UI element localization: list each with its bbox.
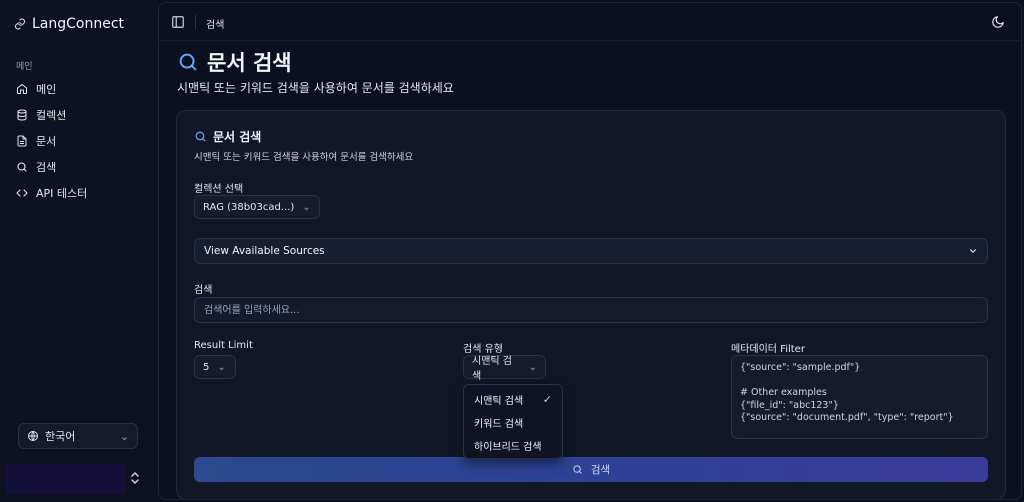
- brand-name: LangConnect: [32, 16, 125, 32]
- option-hybrid-search[interactable]: 하이브리드 검색: [467, 434, 559, 457]
- search-input[interactable]: [194, 297, 988, 323]
- language-select[interactable]: 한국어 ⌄: [18, 423, 138, 449]
- option-keyword-search[interactable]: 키워드 검색: [467, 411, 559, 434]
- sidebar-item-label: 검색: [36, 161, 57, 174]
- search-icon: [17, 162, 27, 172]
- collection-label: 컬렉션 선택: [194, 184, 244, 195]
- main-panel: 검색 문서 검색 시맨틱 또는 키워드 검색을 사용하여 문서를 검색하세요 문…: [158, 2, 1022, 500]
- divider: [195, 15, 196, 29]
- language-value: 한국어: [45, 430, 76, 443]
- search-submit-label: 검색: [590, 464, 611, 476]
- nav-group-label: 메인: [16, 62, 33, 72]
- sidebar-item-search[interactable]: 검색: [8, 154, 150, 180]
- search-type-value: 시맨틱 검색: [472, 356, 512, 382]
- search-type-dropdown: 시맨틱 검색 ✓ 키워드 검색 하이브리드 검색: [463, 384, 563, 459]
- sidebar-item-home[interactable]: 메인: [8, 76, 150, 102]
- option-label: 시맨틱 검색: [474, 396, 524, 407]
- accordion-label: View Available Sources: [204, 245, 325, 257]
- search-icon: [195, 131, 206, 142]
- sidebar-item-collections[interactable]: 컬렉션: [8, 102, 150, 128]
- option-semantic-search[interactable]: 시맨틱 검색 ✓: [467, 388, 559, 411]
- code-icon: [16, 189, 28, 197]
- search-icon: [179, 53, 197, 71]
- search-card: 문서 검색 시맨틱 또는 키워드 검색을 사용하여 문서를 검색하세요 컬렉션 …: [176, 110, 1006, 499]
- metadata-filter-textarea[interactable]: {"source": "sample.pdf"} # Other example…: [731, 355, 988, 439]
- page-title-text: 문서 검색: [207, 51, 292, 75]
- check-icon: ✓: [542, 393, 552, 406]
- database-icon: [17, 109, 27, 121]
- card-title-text: 문서 검색: [213, 130, 262, 144]
- page-subtitle: 시맨틱 또는 키워드 검색을 사용하여 문서를 검색하세요: [177, 81, 454, 95]
- search-label: 검색: [194, 285, 213, 296]
- user-menu[interactable]: [6, 464, 126, 494]
- view-sources-accordion[interactable]: View Available Sources: [194, 238, 988, 264]
- sidebar-item-api-tester[interactable]: API 테스터: [8, 180, 150, 206]
- search-submit-button[interactable]: 검색: [194, 457, 988, 482]
- sidebar-nav: 메인 컬렉션 문서 검색 API 테스터: [8, 76, 150, 206]
- brand[interactable]: LangConnect: [14, 16, 124, 32]
- sidebar-item-label: 메인: [36, 83, 57, 96]
- moon-icon[interactable]: [991, 15, 1005, 29]
- search-icon: [573, 465, 582, 474]
- option-label: 하이브리드 검색: [474, 442, 542, 453]
- link-icon: [14, 18, 26, 30]
- result-limit-label: Result Limit: [194, 340, 253, 351]
- page-title: 문서 검색: [177, 47, 292, 77]
- search-type-select[interactable]: 시맨틱 검색 ⌄: [463, 355, 546, 382]
- home-icon: [17, 84, 27, 94]
- sidebar-item-label: 문서: [36, 135, 57, 148]
- sidebar-item-documents[interactable]: 문서: [8, 128, 150, 154]
- topbar: 검색: [159, 3, 1021, 41]
- file-icon: [17, 135, 27, 147]
- card-subtitle: 시맨틱 또는 키워드 검색을 사용하여 문서를 검색하세요: [194, 152, 414, 163]
- sidebar: LangConnect 메인 메인 컬렉션 문서 검색 API 테스터 한국어 …: [0, 0, 158, 502]
- sidebar-toggle-icon[interactable]: [171, 15, 185, 29]
- metadata-filter-label: 메타데이터 Filter: [731, 344, 805, 355]
- breadcrumb: 검색: [206, 20, 225, 31]
- result-limit-value: 5: [203, 361, 210, 373]
- sidebar-item-label: 컬렉션: [36, 109, 67, 122]
- option-label: 키워드 검색: [474, 419, 524, 430]
- chevron-down-icon: [969, 249, 977, 254]
- chevron-down-icon: ⌄: [119, 429, 129, 443]
- result-limit-select[interactable]: 5 ⌄: [194, 355, 236, 379]
- chevron-down-icon: ⌄: [302, 201, 311, 213]
- globe-icon: [28, 431, 38, 441]
- chevrons-up-down-icon[interactable]: [130, 471, 140, 485]
- collection-select[interactable]: RAG (38b03cad...) ⌄: [194, 195, 320, 219]
- collection-value: RAG (38b03cad...): [203, 201, 295, 213]
- sidebar-item-label: API 테스터: [36, 187, 88, 200]
- chevron-down-icon: ⌄: [528, 361, 537, 373]
- card-title: 문서 검색: [194, 128, 261, 145]
- chevron-down-icon: ⌄: [217, 361, 226, 373]
